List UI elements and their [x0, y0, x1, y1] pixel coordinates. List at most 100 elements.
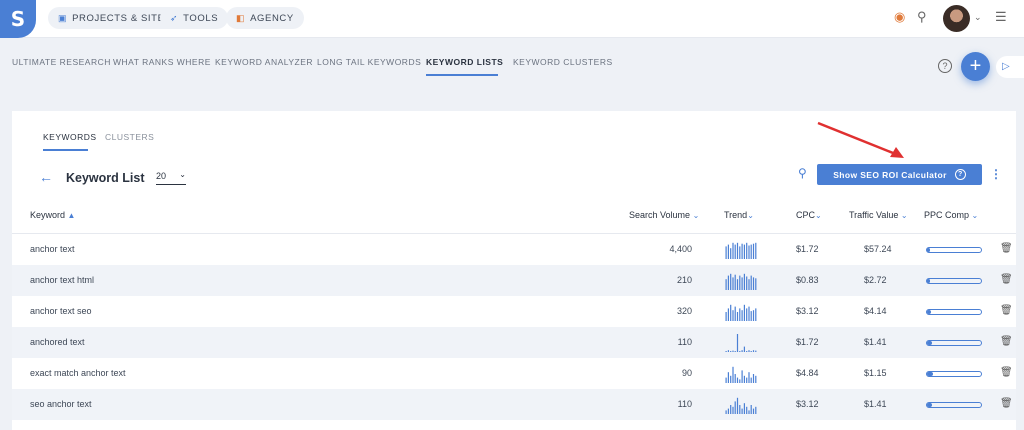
ppc-comp-fill — [927, 310, 932, 314]
trend-bar — [739, 405, 741, 414]
table-row[interactable]: seo anchor text 110 $3.12 $1.41 🗑 — [12, 389, 1016, 420]
trend-bar — [743, 304, 745, 321]
app-logo[interactable]: S — [0, 0, 36, 38]
trend-sparkline — [725, 334, 757, 352]
column-header-keyword[interactable]: Keyword ▲ — [30, 210, 75, 220]
annotation-arrow — [817, 121, 904, 158]
table-row[interactable]: anchor text html 210 $0.83 $2.72 🗑 — [12, 265, 1016, 296]
search-volume-cell: 210 — [676, 275, 692, 285]
chevron-down-icon: ⌄ — [900, 211, 908, 220]
sub-navigation: ULTIMATE RESEARCH WHAT RANKS WHERE KEYWO… — [0, 38, 1024, 88]
ppc-comp-bar — [926, 247, 982, 253]
trend-bar — [727, 308, 729, 321]
search-volume-cell: 110 — [677, 337, 692, 347]
column-header-ppc-comp[interactable]: PPC Comp ⌄ — [924, 210, 978, 220]
trash-icon[interactable]: 🗑 — [1000, 243, 1013, 254]
trend-bar — [755, 308, 757, 321]
trend-bar — [748, 245, 750, 259]
add-button[interactable]: + — [961, 52, 990, 81]
trend-bar — [725, 410, 727, 414]
trend-sparkline — [725, 242, 757, 259]
logo-text: S — [10, 7, 26, 31]
subnav-long-tail-keywords[interactable]: LONG TAIL KEYWORDS — [317, 57, 421, 67]
trend-bar — [741, 408, 743, 414]
trend-sparkline — [725, 273, 757, 290]
trend-bar — [741, 310, 743, 321]
chevron-down-icon: ⌄ — [747, 211, 754, 220]
chevron-down-icon[interactable]: ⌄ — [974, 12, 982, 23]
trash-icon[interactable]: 🗑 — [1000, 367, 1013, 378]
roi-button-label: Show SEO ROI Calculator — [833, 169, 947, 180]
column-header-search-volume[interactable]: Search Volume ⌄ — [629, 210, 699, 220]
trend-bar — [750, 244, 752, 259]
trend-bar — [750, 377, 752, 383]
trend-bar — [752, 243, 755, 259]
cpc-cell: $4.84 — [796, 368, 819, 378]
trash-icon[interactable]: 🗑 — [1000, 305, 1013, 316]
traffic-value-header-label: Traffic Value — [849, 210, 899, 220]
keyword-header-label: Keyword — [30, 210, 66, 220]
tab-clusters[interactable]: CLUSTERS — [105, 132, 154, 142]
column-header-trend[interactable]: Trend⌄ — [724, 210, 754, 220]
trash-icon[interactable]: 🗑 — [1000, 336, 1013, 347]
trend-bar — [727, 350, 729, 352]
tools-button[interactable]: ➶ TOOLS — [160, 7, 229, 29]
agency-button[interactable]: ◧ AGENCY — [226, 7, 304, 29]
trend-bar — [752, 310, 755, 321]
trend-bar — [727, 408, 729, 414]
search-icon[interactable]: ⚲ — [798, 166, 807, 180]
table-row[interactable]: anchored text 110 $1.72 $1.41 🗑 — [12, 327, 1016, 358]
more-options-icon[interactable]: ⋮ — [990, 167, 1002, 181]
trend-bar — [739, 246, 741, 259]
subnav-what-ranks-where[interactable]: WHAT RANKS WHERE — [113, 57, 211, 67]
trend-bar — [736, 242, 739, 259]
subnav-keyword-lists[interactable]: KEYWORD LISTS — [426, 57, 503, 67]
ppc-comp-bar — [926, 371, 982, 377]
trend-bar — [727, 275, 729, 290]
chevron-down-icon: ⌄ — [971, 211, 979, 220]
trend-bar — [732, 242, 734, 259]
count-select[interactable]: 20 ⌄ — [156, 170, 186, 185]
lightbulb-icon[interactable]: ◉ — [894, 9, 905, 25]
traffic-value-cell: $1.41 — [864, 337, 887, 347]
trash-icon[interactable]: 🗑 — [1000, 398, 1013, 409]
trend-bar — [736, 377, 739, 383]
trend-bar — [732, 406, 734, 414]
page-title: Keyword List — [66, 171, 145, 185]
menu-icon[interactable]: ☰ — [995, 9, 1007, 25]
trend-bar — [734, 374, 736, 383]
trend-bar — [727, 244, 729, 259]
help-icon[interactable]: ? — [938, 59, 952, 73]
tools-label: TOOLS — [183, 12, 219, 24]
search-volume-cell: 90 — [681, 368, 692, 378]
trend-bar — [739, 308, 741, 321]
table-row[interactable]: anchor text 4,400 $1.72 $57.24 🗑 — [12, 234, 1016, 265]
cpc-cell: $3.12 — [796, 399, 819, 409]
tab-active-underline — [43, 149, 88, 151]
trend-bar — [746, 351, 748, 352]
subnav-ultimate-research[interactable]: ULTIMATE RESEARCH — [12, 57, 111, 67]
trash-icon[interactable]: 🗑 — [1000, 274, 1013, 285]
subnav-keyword-analyzer[interactable]: KEYWORD ANALYZER — [215, 57, 313, 67]
agency-label: AGENCY — [250, 12, 294, 24]
trend-bar — [750, 311, 752, 321]
subnav-keyword-clusters[interactable]: KEYWORD CLUSTERS — [513, 57, 613, 67]
seo-roi-calculator-button[interactable]: Show SEO ROI Calculator ? — [817, 164, 982, 185]
trend-bar — [752, 277, 755, 290]
table-row[interactable]: anchor text seo 320 $3.12 $4.14 🗑 — [12, 296, 1016, 327]
trend-bar — [748, 372, 750, 383]
tab-keywords[interactable]: KEYWORDS — [43, 132, 97, 142]
search-icon[interactable]: ⚲ — [917, 9, 927, 25]
trend-bar — [736, 279, 739, 290]
trend-bar — [734, 351, 736, 352]
trend-bar — [755, 406, 757, 414]
column-header-traffic-value[interactable]: Traffic Value ⌄ — [849, 210, 908, 220]
trend-sparkline — [725, 304, 757, 321]
avatar[interactable] — [943, 5, 970, 32]
projects-sites-label: PROJECTS & SITES — [72, 12, 172, 24]
table-row[interactable]: exact match anchor text 90 $4.84 $1.15 🗑 — [12, 358, 1016, 389]
help-icon: ? — [954, 169, 966, 180]
column-header-cpc[interactable]: CPC⌄ — [796, 210, 822, 220]
play-icon[interactable]: ▷ — [996, 56, 1024, 78]
back-arrow-icon[interactable]: ← — [39, 169, 53, 185]
